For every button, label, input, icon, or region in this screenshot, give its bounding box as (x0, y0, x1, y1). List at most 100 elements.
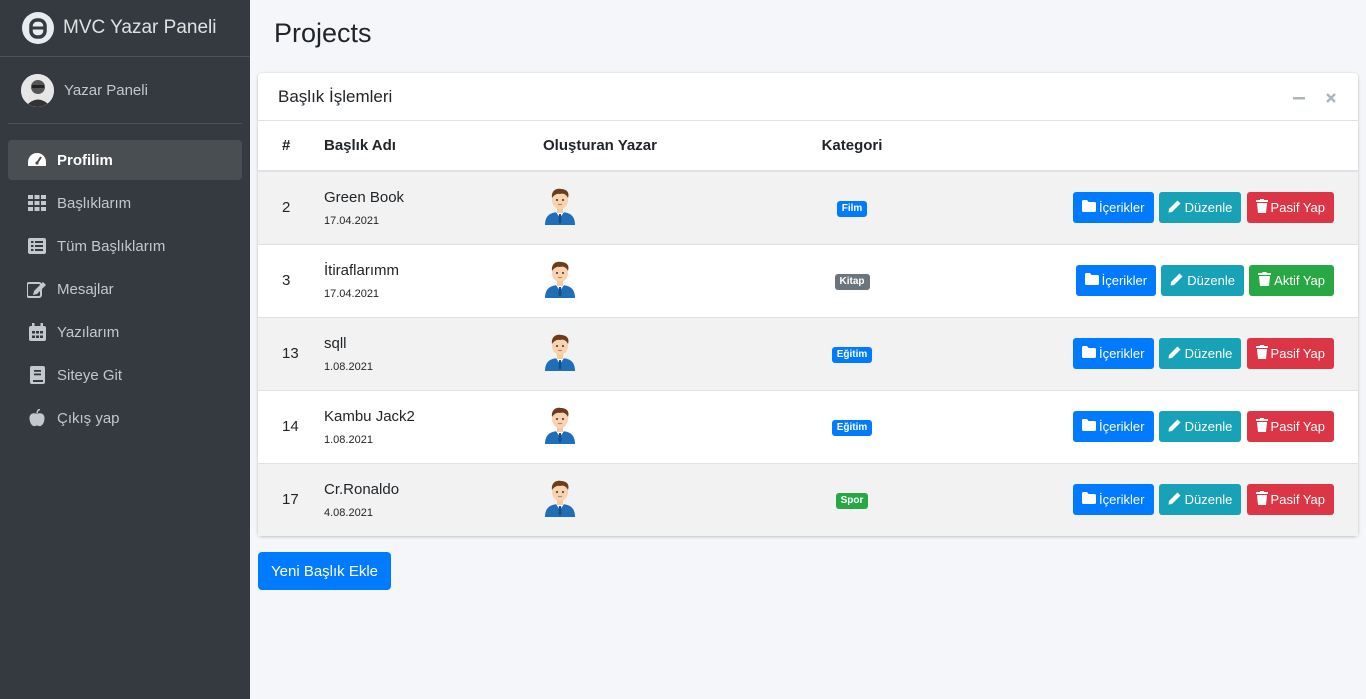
row-category-cell: Eğitim (782, 389, 922, 463)
row-date: 1.08.2021 (324, 360, 373, 373)
category-badge: Eğitim (831, 347, 873, 363)
status-button-label: Pasif Yap (1270, 346, 1325, 361)
row-category-cell: Spor (782, 462, 922, 536)
status-toggle-button[interactable]: Pasif Yap (1246, 411, 1334, 442)
table-row: 3 İtiraflarımm 17.04.2021 Kitap İçerikler Dü… (258, 243, 1358, 317)
status-toggle-button[interactable]: Aktif Yap (1249, 265, 1334, 296)
row-actions: İçerikler Düzenle Pasif Yap (922, 389, 1358, 463)
contents-button-label: İçerikler (1098, 346, 1145, 361)
col-header-actions (922, 121, 1358, 172)
author-avatar (533, 243, 782, 317)
sidebar-item-label: Çıkış yap (57, 409, 120, 427)
row-id: 3 (258, 243, 324, 317)
row-actions: İçerikler Düzenle Pasif Yap (922, 316, 1358, 390)
user-avatar (21, 73, 54, 107)
category-badge: Eğitim (831, 420, 873, 436)
edit-button[interactable]: Düzenle (1161, 265, 1244, 296)
contents-button[interactable]: İçerikler (1072, 484, 1154, 516)
row-title: Green Book (324, 188, 405, 206)
row-title-cell: Cr.Ronaldo 4.08.2021 (324, 462, 533, 536)
pencil-icon (1170, 272, 1187, 289)
sidebar-item-6[interactable]: Çıkış yap (8, 398, 242, 438)
sidebar-item-1[interactable]: Başlıklarım (8, 183, 242, 223)
row-title: Cr.Ronaldo (324, 480, 400, 498)
row-category-cell: Kitap (782, 243, 922, 317)
status-button-label: Pasif Yap (1270, 200, 1325, 216)
status-toggle-button[interactable]: Pasif Yap (1246, 192, 1334, 224)
col-header-category: Kategori (782, 121, 922, 172)
status-toggle-button[interactable]: Pasif Yap (1246, 338, 1334, 369)
sidebar-item-3[interactable]: Mesajlar (8, 269, 242, 309)
edit-button-label: Düzenle (1184, 492, 1233, 508)
contents-button[interactable]: İçerikler (1075, 265, 1157, 296)
page-title: Projects (274, 18, 372, 48)
status-toggle-button[interactable]: Pasif Yap (1246, 484, 1334, 516)
row-date: 17.04.2021 (324, 214, 380, 227)
row-actions: İçerikler Düzenle Aktif Yap (922, 243, 1358, 317)
card-header: Başlık İşlemleri (258, 73, 1358, 121)
brand-link[interactable]: MVC Yazar Paneli (0, 0, 250, 57)
category-badge: Film (836, 201, 868, 218)
col-header-author: Oluşturan Yazar (533, 121, 782, 172)
pencil-icon (1168, 491, 1185, 508)
pencil-icon (1168, 418, 1185, 435)
col-header-title: Başlık Adı (324, 121, 533, 172)
sidebar-item-5[interactable]: Siteye Git (8, 355, 242, 395)
sidebar-item-4[interactable]: Yazılarım (8, 312, 242, 352)
contents-button[interactable]: İçerikler (1072, 411, 1154, 442)
add-title-button[interactable]: Yeni Başlık Ekle (258, 552, 392, 590)
sidebar-nav: Profilim Başlıklarım Tüm Başlıklarım Mesajl… (0, 124, 250, 438)
close-icon[interactable] (1322, 89, 1340, 107)
edit-button[interactable]: Düzenle (1158, 411, 1242, 442)
row-category-cell: Eğitim (782, 316, 922, 390)
contents-button[interactable]: İçerikler (1072, 192, 1154, 224)
sidebar: MVC Yazar Paneli Yazar Paneli Profilim Ba… (0, 0, 250, 699)
contents-button-label: İçerikler (1098, 492, 1145, 508)
table-row: 17 Cr.Ronaldo 4.08.2021 Spor İçerikler Düzen… (258, 462, 1358, 536)
minimize-icon[interactable] (1290, 89, 1308, 107)
contents-button-label: İçerikler (1098, 419, 1145, 434)
row-title: sqll (324, 334, 347, 352)
sidebar-item-0[interactable]: Profilim (8, 140, 242, 180)
contents-button-label: İçerikler (1098, 200, 1145, 216)
pencil-icon (1168, 199, 1185, 216)
brand-title: MVC Yazar Paneli (63, 17, 217, 38)
contents-button[interactable]: İçerikler (1072, 338, 1154, 369)
calendar-icon (27, 322, 47, 342)
sidebar-item-label: Siteye Git (57, 366, 123, 384)
row-id: 13 (258, 316, 324, 390)
trash-icon (1255, 491, 1271, 508)
edit-button[interactable]: Düzenle (1158, 484, 1242, 516)
row-title-cell: sqll 1.08.2021 (324, 316, 533, 390)
card-tools (1290, 89, 1340, 107)
row-title: Kambu Jack2 (324, 407, 415, 425)
user-panel[interactable]: Yazar Paneli (8, 57, 242, 124)
sidebar-item-label: Başlıklarım (57, 194, 132, 212)
sidebar-item-label: Profilim (57, 151, 113, 169)
edit-button[interactable]: Düzenle (1158, 192, 1242, 224)
row-title-cell: Kambu Jack2 1.08.2021 (324, 389, 533, 463)
apple-icon (27, 408, 47, 428)
category-badge: Spor (835, 493, 869, 510)
list-icon (27, 236, 47, 256)
row-date: 17.04.2021 (324, 287, 380, 300)
table-row: 2 Green Book 17.04.2021 Film İçerikler Düzen… (258, 170, 1358, 244)
card-title: Başlık İşlemleri (278, 86, 393, 106)
author-avatar (533, 316, 782, 390)
row-id: 14 (258, 389, 324, 463)
row-title: İtiraflarımm (324, 261, 399, 279)
status-button-label: Aktif Yap (1274, 273, 1325, 288)
sidebar-item-2[interactable]: Tüm Başlıklarım (8, 226, 242, 266)
grid-icon (27, 193, 47, 213)
edit-icon (27, 279, 47, 299)
row-date: 4.08.2021 (324, 506, 373, 519)
sidebar-item-label: Mesajlar (57, 280, 114, 298)
table-row: 14 Kambu Jack2 1.08.2021 Eğitim İçerikler Dü… (258, 389, 1358, 463)
folder-icon (1084, 273, 1102, 288)
edit-button-label: Düzenle (1184, 419, 1233, 434)
status-button-label: Pasif Yap (1270, 419, 1325, 434)
contents-button-label: İçerikler (1101, 273, 1148, 288)
row-actions: İçerikler Düzenle Pasif Yap (922, 462, 1358, 536)
edit-button[interactable]: Düzenle (1158, 338, 1242, 369)
edit-button-label: Düzenle (1184, 200, 1233, 216)
